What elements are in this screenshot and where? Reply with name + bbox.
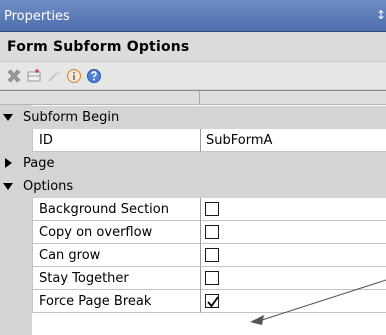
checkmark-icon [207,296,219,308]
panel-header: Form Subform Options [0,32,386,62]
property-name: Can grow [39,248,101,263]
property-row-can-grow[interactable]: Can grow [0,244,386,267]
property-name-cell: Can grow [32,244,200,267]
property-value-cell[interactable] [200,244,386,267]
property-name-cell: Force Page Break [32,290,200,313]
category-label: Options [23,179,74,194]
property-row-copy-on-overflow[interactable]: Copy on overflow [0,221,386,244]
wand-icon[interactable] [44,66,64,86]
delete-icon[interactable] [4,66,24,86]
property-grid: Subform Begin ID SubFormA Page Options B… [0,90,386,335]
property-name: Force Page Break [39,294,152,309]
toolbar [0,62,386,90]
property-value-cell[interactable]: SubFormA [200,129,386,152]
property-row-stay-together[interactable]: Stay Together [0,267,386,290]
property-name: Stay Together [39,271,129,286]
category-subform-begin[interactable]: Subform Begin [0,106,386,129]
property-name: Copy on overflow [39,225,153,240]
category-label: Subform Begin [23,110,120,125]
property-name: Background Section [39,202,169,217]
new-row-icon[interactable] [24,66,44,86]
window-titlebar: Properties ↕ [0,0,386,32]
window-title: Properties [4,9,70,24]
category-options[interactable]: Options [0,175,386,198]
grid-column-header [0,91,386,105]
collapsed-arrow-icon[interactable] [2,157,14,169]
copy-on-overflow-checkbox[interactable] [205,225,219,239]
category-page[interactable]: Page [0,152,386,175]
property-name-cell: Copy on overflow [32,221,200,244]
property-value-cell[interactable] [200,198,386,221]
info-icon[interactable] [64,66,84,86]
id-value[interactable]: SubFormA [206,133,272,148]
stay-together-checkbox[interactable] [205,271,219,285]
property-row-force-page-break[interactable]: Force Page Break [0,290,386,313]
property-value-cell[interactable] [200,290,386,313]
property-value-cell[interactable] [200,267,386,290]
panel-title: Form Subform Options [7,39,190,55]
property-name-cell: ID [32,129,200,152]
expanded-arrow-icon[interactable] [2,111,14,123]
property-row-background-section[interactable]: Background Section [0,198,386,221]
property-name: ID [39,133,53,148]
property-row-id[interactable]: ID SubFormA [0,129,386,152]
column-separator[interactable] [199,91,200,105]
property-name-cell: Background Section [32,198,200,221]
property-name-cell: Stay Together [32,267,200,290]
category-label: Page [23,156,55,171]
force-page-break-checkbox[interactable] [205,294,219,308]
help-icon[interactable] [84,66,104,86]
expanded-arrow-icon[interactable] [2,180,14,192]
can-grow-checkbox[interactable] [205,248,219,262]
pin-icon[interactable]: ↕ [376,8,386,22]
property-value-cell[interactable] [200,221,386,244]
background-section-checkbox[interactable] [205,202,219,216]
